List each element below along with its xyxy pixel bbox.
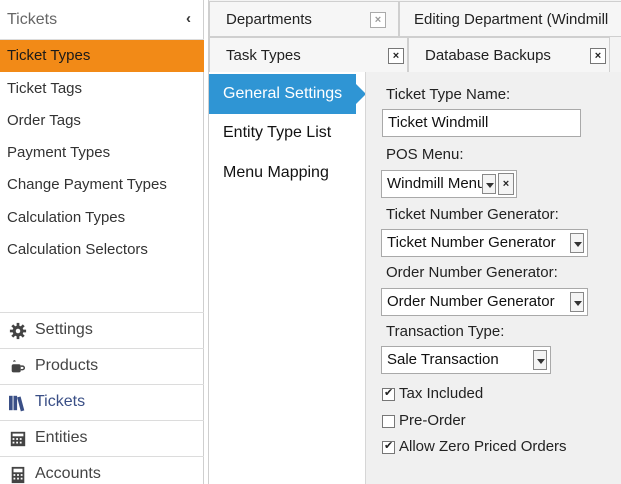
section-products-label: Products [35,357,99,374]
tab-editing-department-label: Editing Department (Windmill [414,11,609,28]
section-settings-label: Settings [35,321,93,338]
tab-database-backups-label: Database Backups [425,47,551,64]
tab-task-types-label: Task Types [226,47,301,64]
transaction-type-select[interactable]: Sale Transaction [381,346,551,374]
section-products[interactable]: Products [0,348,204,384]
sidebar-item-payment-types[interactable]: Payment Types [0,137,204,169]
settings-subnav: General Settings Entity Type List Menu M… [208,72,366,484]
document-tab-bar: Departments × Editing Department (Windmi… [208,0,621,73]
chevron-down-icon[interactable] [570,233,584,253]
tab-departments[interactable]: Departments × [209,1,399,37]
sidebar-header: Tickets ‹ [0,0,204,40]
order-number-generator-label: Order Number Generator: [386,264,558,281]
subnav-menu-mapping[interactable]: Menu Mapping [209,153,356,193]
pre-order-label: Pre-Order [399,412,466,429]
general-settings-form: Ticket Type Name: Ticket Windmill POS Me… [365,72,621,484]
ticket-type-name-label: Ticket Type Name: [386,86,511,103]
transaction-type-label: Transaction Type: [386,323,505,340]
tab-task-types[interactable]: Task Types × [209,37,408,73]
sidebar: Tickets ‹ Ticket Types Ticket Tags Order… [0,0,204,484]
close-icon[interactable]: × [590,48,606,64]
tax-included-label: Tax Included [399,385,484,402]
section-accounts[interactable]: Accounts [0,456,204,484]
ticket-number-generator-value: Ticket Number Generator [387,234,556,251]
clear-icon[interactable]: × [498,173,514,195]
ticket-number-generator-label: Ticket Number Generator: [386,206,559,223]
checkbox-checked-icon[interactable] [382,386,395,401]
coffee-cup-icon [11,360,25,373]
gear-icon [9,322,27,340]
chevron-down-icon[interactable] [533,350,547,370]
sidebar-item-ticket-types[interactable]: Ticket Types [0,40,204,72]
chevron-down-icon[interactable] [570,292,584,312]
tab-editing-department[interactable]: Editing Department (Windmill [399,1,621,37]
order-number-generator-value: Order Number Generator [387,293,555,310]
pos-menu-label: POS Menu: [386,146,464,163]
sidebar-item-change-payment-types[interactable]: Change Payment Types [0,169,204,201]
sidebar-title: Tickets [7,11,58,28]
sidebar-item-calculation-selectors[interactable]: Calculation Selectors [0,234,204,266]
close-icon[interactable]: × [370,12,386,28]
section-entities-label: Entities [35,429,88,446]
sidebar-item-order-tags[interactable]: Order Tags [0,105,204,137]
collapse-icon[interactable]: ‹ [186,10,191,27]
chevron-down-icon[interactable] [482,174,496,194]
checkbox-checked-icon[interactable] [382,439,395,454]
ticket-number-generator-select[interactable]: Ticket Number Generator [381,229,588,257]
subnav-entity-type-list[interactable]: Entity Type List [209,113,356,153]
ticket-type-name-input[interactable]: Ticket Windmill [382,109,581,137]
tab-departments-label: Departments [226,11,312,28]
section-tickets[interactable]: Tickets [0,384,204,420]
section-entities[interactable]: Entities [0,420,204,456]
subnav-general-settings[interactable]: General Settings [209,74,366,114]
books-icon [9,395,25,412]
order-number-generator-select[interactable]: Order Number Generator [381,288,588,316]
section-accounts-label: Accounts [35,465,101,482]
sidebar-item-calculation-types[interactable]: Calculation Types [0,202,204,234]
section-settings[interactable]: Settings [0,312,204,348]
entities-icon [10,431,26,447]
close-icon[interactable]: × [388,48,404,64]
tab-database-backups[interactable]: Database Backups × [408,37,610,73]
section-tickets-label: Tickets [35,393,86,410]
pos-menu-select[interactable]: Windmill Menu × [381,170,517,198]
allow-zero-priced-orders-label: Allow Zero Priced Orders [399,438,567,455]
pos-menu-value: Windmill Menu [387,175,486,192]
transaction-type-value: Sale Transaction [387,351,499,368]
calculator-icon [11,466,25,484]
checkbox-unchecked-icon[interactable] [382,415,395,428]
sidebar-item-ticket-tags[interactable]: Ticket Tags [0,73,204,105]
